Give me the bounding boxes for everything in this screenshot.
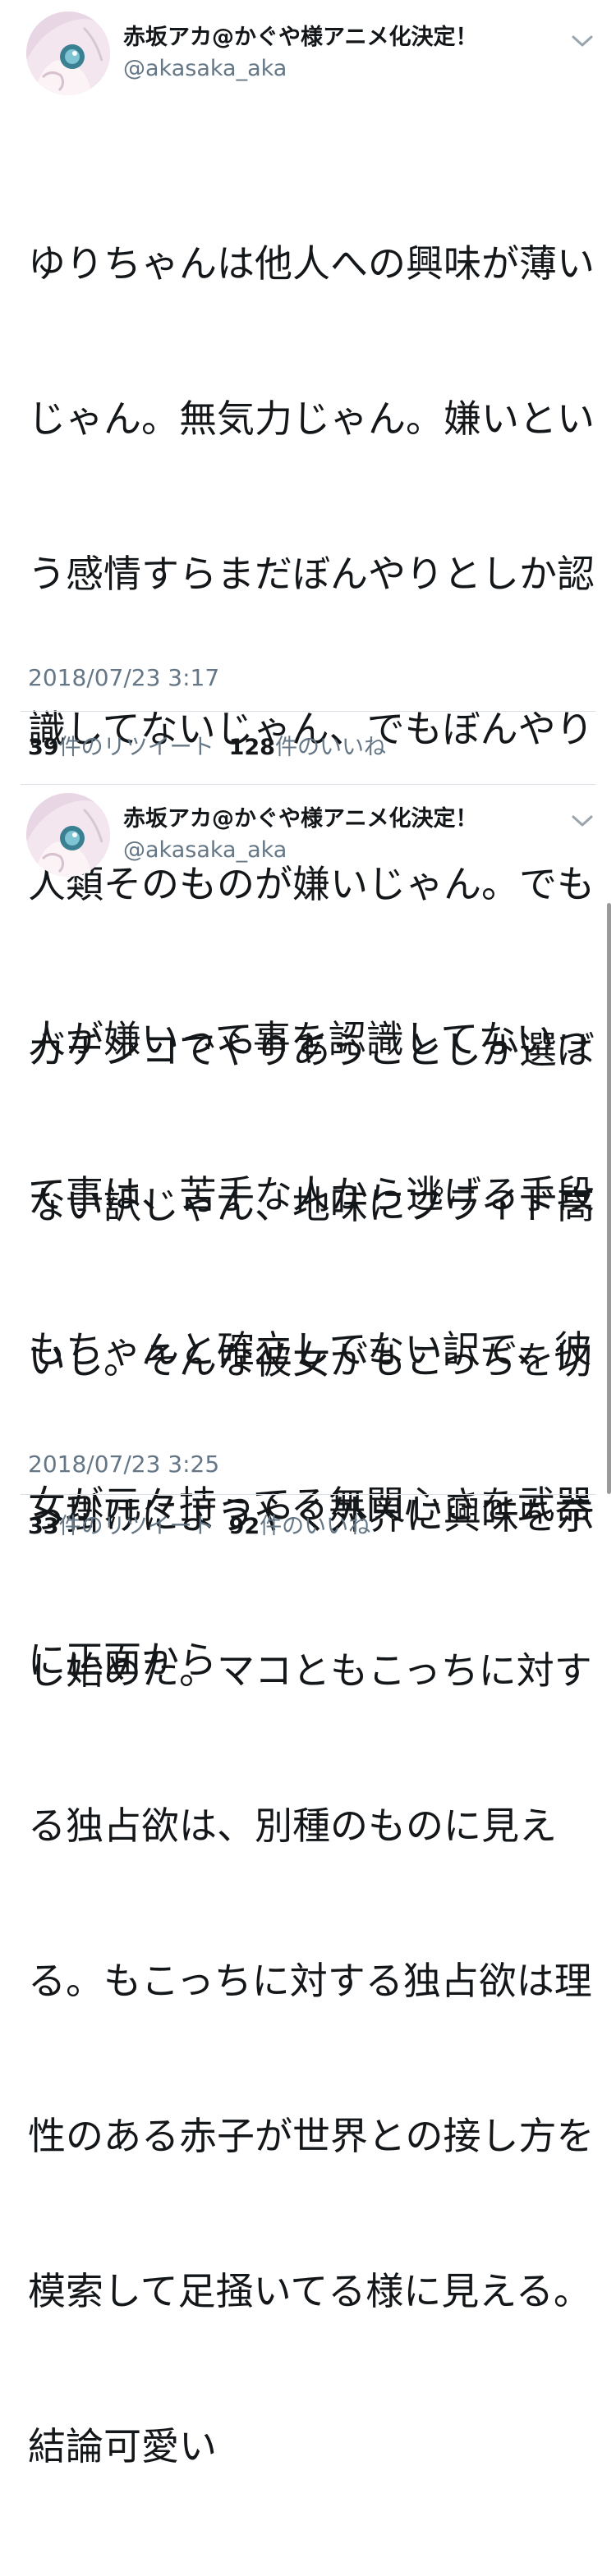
user-handle[interactable]: @akasaka_aka	[123, 54, 287, 84]
like-label[interactable]: 件のいいね	[275, 735, 386, 760]
tweet-text-line: る。もこっちに対する独占欲は理	[28, 1959, 592, 2003]
tweet-text-line: 結論可愛い	[28, 2424, 217, 2468]
retweet-label[interactable]: 件のリツイート	[59, 735, 214, 760]
chevron-down-icon[interactable]	[570, 33, 595, 49]
tweet-text-line: ゆりちゃんは他人への興味が薄い	[28, 241, 595, 286]
tweet-text-line: 性のある赤子が世界との接し方を	[28, 2114, 595, 2158]
tweet-text-line: う感情すらまだぼんやりとしか認	[28, 552, 595, 596]
display-name[interactable]: 赤坂アカ@かぐや様アニメ化決定！	[123, 804, 477, 834]
avatar[interactable]	[26, 793, 110, 877]
tweet-1: 赤坂アカ@かぐや様アニメ化決定！ @akasaka_aka ゆりちゃんは他人への…	[0, 0, 616, 1682]
tweet-stats: 39件のリツイート 128件のいいね	[28, 733, 386, 763]
tweet-text-line: 模索して足掻いてる様に見える。	[28, 2269, 591, 2313]
user-handle[interactable]: @akasaka_aka	[123, 836, 287, 865]
tweet-timestamp[interactable]: 2018/07/23 3:17	[28, 663, 219, 693]
divider	[21, 711, 595, 712]
scrollbar[interactable]	[607, 903, 611, 1494]
retweet-label[interactable]: 件のリツイート	[59, 1514, 214, 1539]
tweet-text-line: ガチンコでやりあうことしか選ば	[28, 1028, 595, 1072]
chevron-down-icon[interactable]	[570, 813, 595, 829]
tweet-text-line: る独占欲は、別種のものに見え	[28, 1804, 557, 1848]
avatar[interactable]	[26, 11, 110, 95]
tweet-text: ガチンコでやりあうことしか選ば ない訳じゃん、地味にプライド高 いし。そんな彼女…	[28, 921, 595, 2576]
tweet-text-line: いし。そんな彼女がもこっちを切	[28, 1338, 592, 1382]
divider	[21, 784, 595, 785]
avatar-image	[26, 11, 110, 95]
tweet-stats: 33件のリツイート 92件のいいね	[28, 1512, 370, 1542]
tweet-text-line: ない訳じゃん、地味にプライド高	[28, 1183, 595, 1227]
retweet-count[interactable]: 33	[28, 1514, 59, 1539]
like-count[interactable]: 128	[229, 735, 275, 760]
like-label[interactable]: 件のいいね	[260, 1514, 370, 1539]
tweet-2: 赤坂アカ@かぐや様アニメ化決定！ @akasaka_aka ガチンコでやりあうこ…	[0, 788, 616, 2468]
tweet-text-line: し始めた。マコともこっちに対す	[28, 1648, 592, 1693]
divider	[21, 1494, 595, 1495]
display-name[interactable]: 赤坂アカ@かぐや様アニメ化決定！	[123, 23, 477, 53]
avatar-image	[26, 793, 110, 877]
tweet-timestamp[interactable]: 2018/07/23 3:25	[28, 1450, 219, 1479]
tweet-text-line: じゃん。無気力じゃん。嫌いとい	[28, 396, 595, 441]
retweet-count[interactable]: 39	[28, 735, 59, 760]
like-count[interactable]: 92	[229, 1514, 260, 1539]
